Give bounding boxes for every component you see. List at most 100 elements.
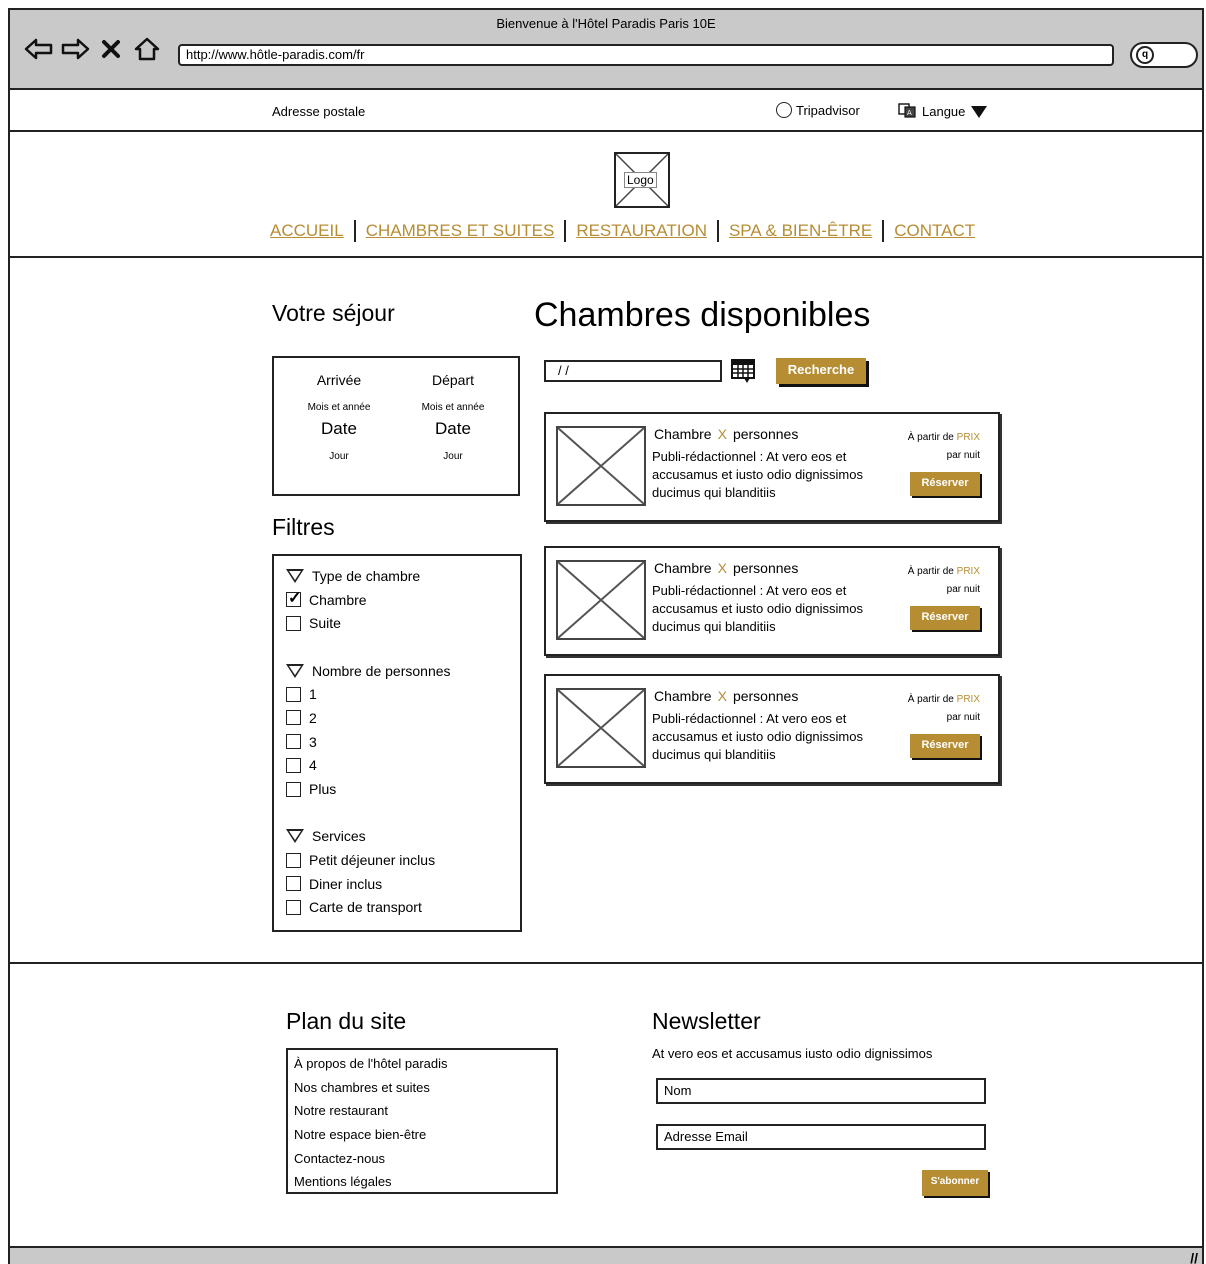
room-per-night: par nuit [946,712,980,723]
sitemap-link-rooms[interactable]: Nos chambres et suites [294,1076,550,1100]
filter-option-label: 3 [309,733,317,750]
page-title: Chambres disponibles [534,296,871,334]
filter-group-persons[interactable]: Nombre de personnes [286,659,508,683]
filter-option-label: 4 [309,757,317,774]
departure-label: Départ [431,372,475,388]
logo-label: Logo [624,172,657,188]
sitemap-link-legal[interactable]: Mentions légales [294,1170,550,1194]
sitemap-link-restaurant[interactable]: Notre restaurant [294,1099,550,1123]
departure-day: Jour [443,451,463,462]
logo[interactable]: Logo [614,152,670,208]
sitemap-list: À propos de l'hôtel paradis Nos chambres… [286,1048,558,1194]
room-price: À partir de PRIX [907,694,980,705]
filter-option-label: Petit déjeuner inclus [309,852,436,869]
filter-option-chambre[interactable]: Chambre [286,588,508,612]
checkbox[interactable] [286,686,301,702]
book-button[interactable]: Réserver [910,606,980,630]
stay-heading: Votre séjour [272,300,395,326]
menu-item-restauration[interactable]: RESTAURATION [576,221,707,241]
arrival-day: Jour [329,451,349,462]
book-button[interactable]: Réserver [910,472,980,496]
room-per-night: par nuit [946,584,980,595]
postal-address: Adresse postale [272,104,366,119]
filter-option-plus[interactable]: Plus [286,777,508,801]
checkbox[interactable] [286,615,301,631]
checkbox[interactable] [286,781,301,797]
collapse-triangle-icon [286,568,304,583]
filter-group-services[interactable]: Services [286,825,508,849]
filter-group-label: Type de chambre [312,567,421,584]
chevron-down-icon [971,105,988,118]
browser-status-bar: // [10,1246,1202,1264]
filter-option-2[interactable]: 2 [286,706,508,730]
filter-option-transport[interactable]: Carte de transport [286,896,508,920]
room-description: Publi-rédactionnel : At vero eos et accu… [652,449,863,500]
tripadvisor-link[interactable]: Tripadvisor [776,102,860,118]
tripadvisor-label: Tripadvisor [796,102,860,118]
language-label: Langue [922,104,966,119]
browser-search-field[interactable]: q [1130,42,1198,68]
close-icon[interactable] [96,34,126,64]
calendar-icon[interactable] [730,358,758,384]
arrival-picker[interactable]: Arrivée Mois et année Date Jour [284,372,394,462]
checkbox[interactable] [286,852,301,868]
date-input[interactable]: / / [544,360,722,382]
sitemap-link-contact[interactable]: Contactez-nous [294,1147,550,1171]
menu-separator [353,220,356,242]
room-price: À partir de PRIX [907,432,980,443]
menu-item-contact[interactable]: CONTACT [894,221,975,241]
filter-option-label: Plus [309,781,337,798]
menu-item-accueil[interactable]: ACCUEIL [270,221,344,241]
menu-item-chambres[interactable]: CHAMBRES ET SUITES [366,221,555,241]
address-bar[interactable]: http://www.hôtle-paradis.com/fr [178,44,1114,66]
top-info-bar: Adresse postale Tripadvisor A Langue [10,90,1202,132]
book-button[interactable]: Réserver [910,734,980,758]
email-field[interactable]: Adresse Email [656,1124,986,1150]
filter-group-type[interactable]: Type de chambre [286,564,508,588]
checkbox[interactable] [286,757,301,773]
filter-group-label: Services [312,828,366,845]
menu-separator [882,220,885,242]
subscribe-button[interactable]: S'abonner [922,1170,988,1196]
collapse-triangle-icon [286,663,304,678]
filter-option-1[interactable]: 1 [286,682,508,706]
translate-icon: A [898,102,916,121]
departure-picker[interactable]: Départ Mois et année Date Jour [398,372,508,462]
newsletter-heading: Newsletter [652,1008,761,1034]
checkbox[interactable] [286,876,301,892]
filter-option-4[interactable]: 4 [286,754,508,778]
sitemap-link-spa[interactable]: Notre espace bien-être [294,1123,550,1147]
checkbox[interactable] [286,734,301,750]
menu-separator [564,220,567,242]
filter-option-3[interactable]: 3 [286,730,508,754]
room-price: À partir de PRIX [907,566,980,577]
resize-grip-icon[interactable]: // [1190,1250,1198,1264]
filter-option-dinner[interactable]: Diner inclus [286,872,508,896]
arrival-date: Date [321,419,357,438]
filter-option-suite[interactable]: Suite [286,611,508,635]
arrival-month-year: Mois et année [307,402,371,413]
checkbox[interactable] [286,710,301,726]
window-title: Bienvenue à l'Hôtel Paradis Paris 10E [496,16,716,31]
home-icon[interactable] [132,34,162,64]
filter-option-breakfast[interactable]: Petit déjeuner inclus [286,848,508,872]
checkbox[interactable] [286,588,301,608]
search-button[interactable]: Recherche [776,358,866,384]
back-icon[interactable] [24,34,54,64]
browser-chrome: Bienvenue à l'Hôtel Paradis Paris 10E ht… [10,10,1202,90]
forward-icon[interactable] [60,34,90,64]
room-name: Chambre Xpersonnes [654,426,799,442]
filter-option-label: 2 [309,709,317,726]
image-placeholder-icon [556,426,646,506]
sitemap-link-about[interactable]: À propos de l'hôtel paradis [294,1052,550,1076]
name-field[interactable]: Nom [656,1078,986,1104]
language-selector[interactable]: A Langue [898,102,988,121]
menu-item-spa[interactable]: SPA & BIEN-ÊTRE [729,221,872,241]
site-header: Logo ACCUEIL CHAMBRES ET SUITES RESTAURA… [10,132,1202,258]
stay-dates-box: Arrivée Mois et année Date Jour Départ M… [272,356,520,496]
checkbox[interactable] [286,899,301,915]
filter-option-label: Diner inclus [309,875,383,892]
newsletter-text: At vero eos et accusamus iusto odio dign… [652,1046,933,1061]
filters-heading: Filtres [272,514,335,540]
departure-month-year: Mois et année [421,402,485,413]
